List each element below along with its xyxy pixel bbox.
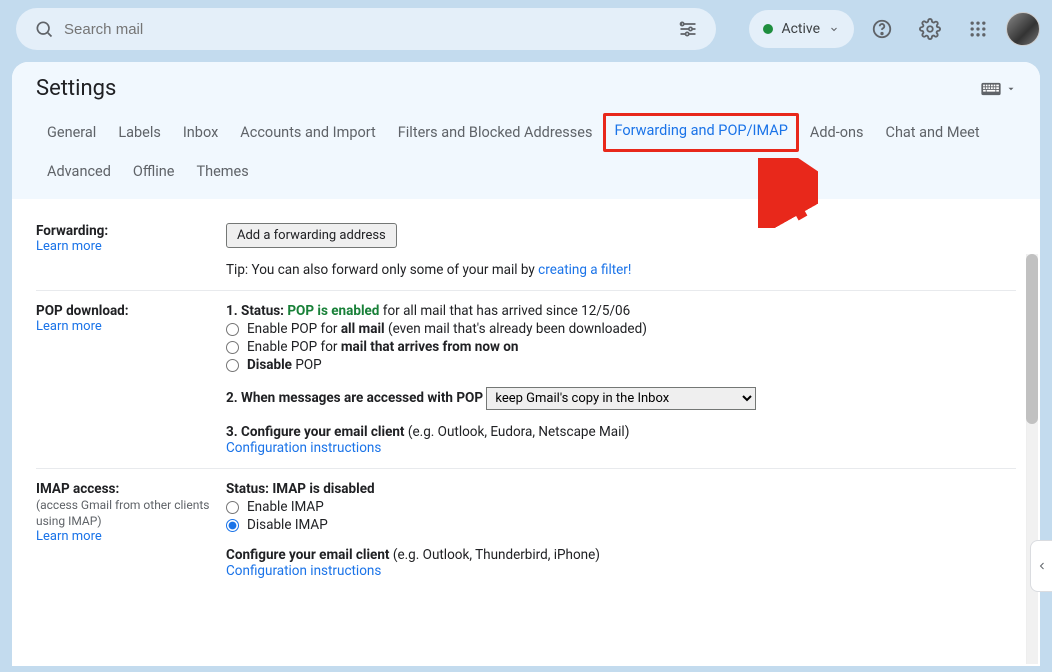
chevron-down-icon: [828, 23, 840, 35]
tab-accounts-import[interactable]: Accounts and Import: [229, 113, 386, 152]
tab-forwarding-pop-imap[interactable]: Forwarding and POP/IMAP: [603, 113, 798, 152]
pop-radio-disable[interactable]: [226, 359, 239, 372]
add-forwarding-address-button[interactable]: Add a forwarding address: [226, 223, 397, 248]
imap-option-disable[interactable]: Disable IMAP: [226, 517, 1016, 533]
settings-header: Settings General Labels Inbox Accounts a…: [12, 62, 1040, 199]
forwarding-label: Forwarding:: [36, 223, 226, 239]
forwarding-tip: Tip: You can also forward only some of y…: [226, 262, 1016, 278]
section-pop-download: POP download: Learn more 1. Status: POP …: [36, 291, 1016, 469]
settings-panel: Settings General Labels Inbox Accounts a…: [12, 62, 1040, 666]
search-container: [16, 8, 716, 50]
section-imap-access: IMAP access: (access Gmail from other cl…: [36, 469, 1016, 591]
tab-addons[interactable]: Add-ons: [799, 113, 875, 152]
pop-status-line: 1. Status: POP is enabled for all mail t…: [226, 303, 1016, 319]
chevron-down-icon: [1006, 84, 1016, 94]
tab-themes[interactable]: Themes: [185, 152, 259, 191]
topbar-right: Active: [749, 9, 1040, 49]
pop-status-prefix: 1. Status:: [226, 303, 287, 319]
tab-chat-meet[interactable]: Chat and Meet: [875, 113, 991, 152]
tab-labels[interactable]: Labels: [107, 113, 172, 152]
imap-subnote: (access Gmail from other clients using I…: [36, 497, 226, 529]
imap-radio-enable[interactable]: [226, 501, 239, 514]
chevron-left-icon: [1036, 560, 1048, 572]
pop-option-from-now[interactable]: Enable POP for mail that arrives from no…: [226, 339, 1016, 355]
pop-radio-now[interactable]: [226, 341, 239, 354]
tab-general[interactable]: General: [36, 113, 107, 152]
top-bar: Active: [0, 0, 1052, 58]
tab-advanced[interactable]: Advanced: [36, 152, 122, 191]
tab-filters-blocked[interactable]: Filters and Blocked Addresses: [387, 113, 604, 152]
imap-learn-more-link[interactable]: Learn more: [36, 529, 226, 544]
settings-gear-icon[interactable]: [910, 9, 950, 49]
status-dot-icon: [763, 24, 773, 34]
side-panel-toggle[interactable]: [1030, 540, 1052, 592]
search-icon[interactable]: [24, 9, 64, 49]
support-icon[interactable]: [862, 9, 902, 49]
pop-access-label: 2. When messages are accessed with POP: [226, 390, 483, 406]
create-filter-link[interactable]: creating a filter!: [538, 262, 631, 278]
imap-label: IMAP access:: [36, 481, 226, 497]
account-avatar[interactable]: [1006, 12, 1040, 46]
pop-access-select[interactable]: keep Gmail's copy in the Inbox: [486, 387, 756, 410]
pop-config-instructions-link[interactable]: Configuration instructions: [226, 440, 1016, 456]
input-tool-selector[interactable]: [980, 82, 1016, 96]
apps-grid-icon[interactable]: [958, 9, 998, 49]
imap-configure-row: Configure your email client (e.g. Outloo…: [226, 547, 1016, 579]
settings-tabs: General Labels Inbox Accounts and Import…: [36, 113, 1016, 199]
pop-status-suffix: for all mail that has arrived since 12/5…: [379, 303, 630, 319]
scrollbar-thumb[interactable]: [1026, 254, 1038, 424]
pop-learn-more-link[interactable]: Learn more: [36, 319, 226, 334]
section-forwarding: Forwarding: Learn more Add a forwarding …: [36, 211, 1016, 291]
pop-option-all-mail[interactable]: Enable POP for all mail (even mail that'…: [226, 321, 1016, 337]
search-input[interactable]: [64, 21, 668, 38]
forwarding-tip-text: Tip: You can also forward only some of y…: [226, 262, 538, 278]
imap-option-enable[interactable]: Enable IMAP: [226, 499, 1016, 515]
imap-config-instructions-link[interactable]: Configuration instructions: [226, 563, 1016, 579]
pop-label: POP download:: [36, 303, 226, 319]
pop-radio-all[interactable]: [226, 323, 239, 336]
status-label: Active: [781, 21, 820, 37]
settings-title: Settings: [36, 76, 116, 101]
pop-status-value: POP is enabled: [287, 303, 379, 319]
pop-option-disable[interactable]: Disable POP: [226, 357, 1016, 373]
status-chip[interactable]: Active: [749, 10, 854, 48]
pop-configure-row: 3. Configure your email client (e.g. Out…: [226, 424, 1016, 456]
imap-status: Status: IMAP is disabled: [226, 481, 1016, 497]
tab-inbox[interactable]: Inbox: [172, 113, 229, 152]
search-options-icon[interactable]: [668, 9, 708, 49]
keyboard-icon: [980, 82, 1002, 96]
pop-access-row: 2. When messages are accessed with POP k…: [226, 387, 1016, 410]
tab-offline[interactable]: Offline: [122, 152, 186, 191]
forwarding-learn-more-link[interactable]: Learn more: [36, 239, 226, 254]
settings-content: Forwarding: Learn more Add a forwarding …: [12, 199, 1040, 666]
imap-radio-disable[interactable]: [226, 519, 239, 532]
